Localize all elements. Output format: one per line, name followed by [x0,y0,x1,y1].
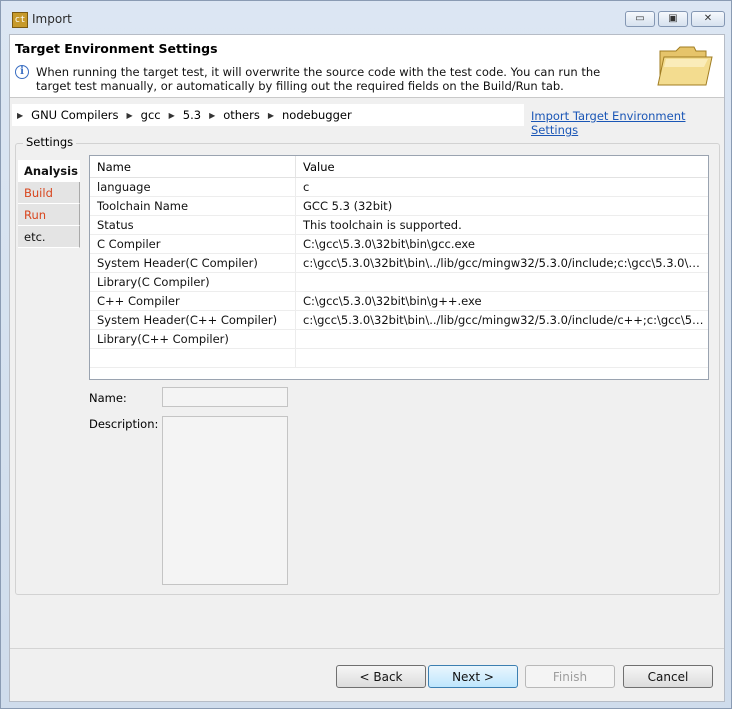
name-label: Name: [89,391,127,405]
cell-value: This toolchain is supported. [303,218,462,232]
cell-name: language [90,178,296,196]
table-row[interactable]: System Header(C++ Compiler) c:\gcc\5.3.0\… [90,311,708,330]
cell-name: Toolchain Name [90,197,296,215]
table-row[interactable]: System Header(C Compiler) c:\gcc\5.3.0\32… [90,254,708,273]
name-field[interactable] [162,387,288,407]
table-header: Name Value [90,156,708,178]
import-window: ct Import ▭ ▣ ✕ Target Environment Setti… [0,0,732,709]
chevron-right-icon: ▶ [209,110,216,120]
description-field[interactable] [162,416,288,585]
next-button[interactable]: Next > [428,665,518,688]
cell-value: GCC 5.3 (32bit) [303,199,393,213]
table-row[interactable]: Library(C++ Compiler) [90,330,708,349]
cell-name: Library(C Compiler) [90,273,296,291]
table-row[interactable]: Library(C Compiler) [90,273,708,292]
description-label: Description: [89,417,159,431]
settings-label: Settings [23,135,77,149]
tab-etc[interactable]: etc. [18,226,80,248]
cell-value: c:\gcc\5.3.0\32bit\bin\../lib/gcc/mingw3… [303,256,708,270]
cell-name: C Compiler [90,235,296,253]
settings-table: Name Value language c Toolchain Name GCC 5… [89,155,709,380]
breadcrumb-item[interactable]: ▶ 5.3 [169,108,201,122]
settings-tabs: Analysis Build Run etc. [18,160,80,248]
cell-value: C:\gcc\5.3.0\32bit\bin\g++.exe [303,294,482,308]
maximize-button[interactable]: ▣ [658,11,688,27]
cell-value [296,349,708,367]
title-bar: ct Import ▭ ▣ ✕ [1,1,731,35]
dialog-panel: Target Environment Settings i When runni… [9,34,725,702]
table-row[interactable]: Status This toolchain is supported. [90,216,708,235]
folder-icon [657,46,713,86]
table-row[interactable]: language c [90,178,708,197]
tab-analysis[interactable]: Analysis [18,160,80,182]
cell-name: Status [90,216,296,234]
wizard-header: Target Environment Settings i When runni… [10,35,724,98]
breadcrumb-item[interactable]: ▶ GNU Compilers [17,108,119,122]
chevron-right-icon: ▶ [126,110,133,120]
cell-name: C++ Compiler [90,292,296,310]
chevron-right-icon: ▶ [17,110,24,120]
page-title: Target Environment Settings [15,41,218,56]
window-title: Import [32,12,72,26]
app-icon: ct [12,12,28,28]
close-button[interactable]: ✕ [691,11,725,27]
tab-build[interactable]: Build [18,182,80,204]
minimize-button[interactable]: ▭ [625,11,655,27]
cell-name: Library(C++ Compiler) [90,330,296,348]
breadcrumb-item[interactable]: ▶ gcc [127,108,161,122]
import-settings-link[interactable]: Import Target Environment Settings [531,109,724,137]
table-row[interactable]: C Compiler C:\gcc\5.3.0\32bit\bin\gcc.exe [90,235,708,254]
info-text: When running the target test, it will ov… [36,65,601,93]
cell-value: c [303,180,310,194]
table-row[interactable] [90,349,708,368]
finish-button[interactable]: Finish [525,665,615,688]
info-icon: i [15,65,29,79]
cell-name [90,349,296,367]
cell-value: c:\gcc\5.3.0\32bit\bin\../lib/gcc/mingw3… [303,313,708,327]
breadcrumb-item[interactable]: ▶ others [209,108,260,122]
breadcrumb: ▶ GNU Compilers ▶ gcc ▶ 5.3 ▶ others ▶ nodebu… [12,104,524,126]
chevron-right-icon: ▶ [168,110,175,120]
cell-value [296,273,708,291]
cancel-button[interactable]: Cancel [623,665,713,688]
column-header-value[interactable]: Value [296,156,708,177]
cell-value [296,330,708,348]
column-header-name[interactable]: Name [90,156,296,177]
chevron-right-icon: ▶ [267,110,275,120]
cell-name: System Header(C++ Compiler) [90,311,296,329]
breadcrumb-item[interactable]: ▶ nodebugger [268,108,352,122]
table-row[interactable]: Toolchain Name GCC 5.3 (32bit) [90,197,708,216]
cell-name: System Header(C Compiler) [90,254,296,272]
tab-run[interactable]: Run [18,204,80,226]
cell-value: C:\gcc\5.3.0\32bit\bin\gcc.exe [303,237,475,251]
back-button[interactable]: < Back [336,665,426,688]
table-row[interactable]: C++ Compiler C:\gcc\5.3.0\32bit\bin\g++.e… [90,292,708,311]
button-separator [10,648,724,649]
